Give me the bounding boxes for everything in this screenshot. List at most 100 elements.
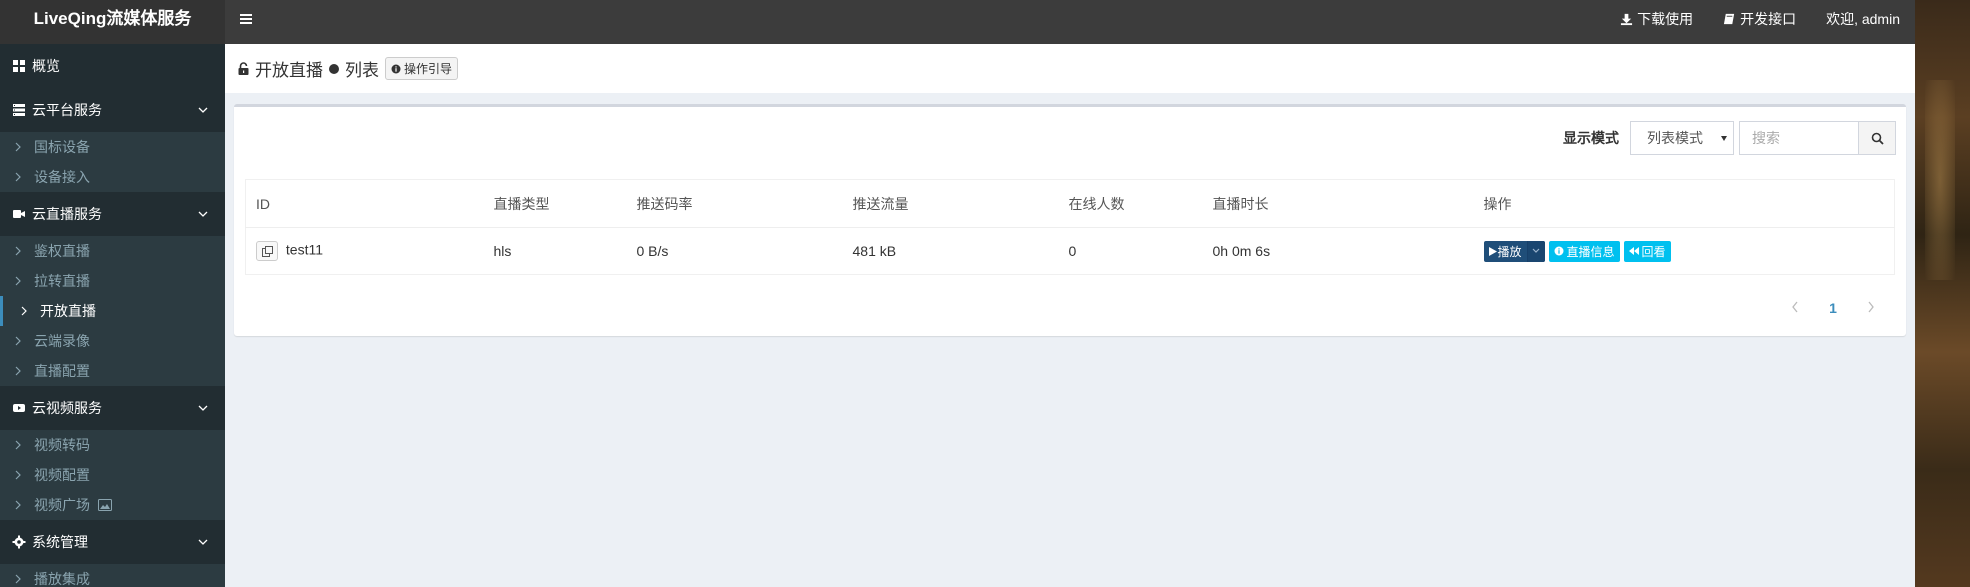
sidebar-group-label: 云平台服务 [32, 102, 102, 118]
guide-button-label: 操作引导 [404, 62, 453, 76]
dashboard-icon [13, 60, 25, 72]
content-box: 显示模式 列表模式 ID 直播类型 推送码率 推送流量 在线人数 直播时长 操作 [234, 104, 1906, 336]
chevron-right-icon [15, 142, 21, 152]
sidebar: 概览 云平台服务 国标设备 设备接入 云直播服务 鉴权直播 拉转直播 开放直播 … [0, 44, 225, 587]
display-mode-select[interactable]: 列表模式 [1630, 121, 1734, 155]
live-info-button[interactable]: 直播信息 [1548, 240, 1620, 262]
download-icon [1621, 13, 1633, 25]
copy-button[interactable] [256, 241, 278, 261]
youtube-icon [13, 404, 25, 412]
download-link[interactable]: 下载使用 [1620, 9, 1693, 29]
page-title-text: 开放直播 [255, 61, 323, 80]
chevron-right-icon [21, 306, 27, 316]
cell-duration: 0h 0m 6s [1202, 227, 1474, 275]
guide-button[interactable]: 操作引导 [385, 57, 459, 80]
search-button[interactable] [1859, 121, 1896, 155]
live-list-table: ID 直播类型 推送码率 推送流量 在线人数 直播时长 操作 test11 hl… [245, 179, 1895, 275]
sidebar-item-label: 概览 [32, 58, 60, 74]
sidebar-submenu-system: 播放集成 [0, 564, 225, 587]
content-header: 开放直播 列表 操作引导 [225, 44, 1915, 93]
sidebar-item-video-config[interactable]: 视频配置 [0, 460, 225, 490]
brand-logo[interactable]: LiveQing流媒体服务 [0, 0, 225, 44]
play-dropdown-toggle[interactable] [1526, 240, 1545, 262]
play-button[interactable]: 播放 [1484, 241, 1527, 262]
sidebar-submenu-video: 视频转码 视频配置 视频广场 [0, 430, 225, 520]
search-input[interactable] [1739, 121, 1859, 155]
chevron-right-icon [15, 172, 21, 182]
server-icon [13, 104, 25, 116]
chevron-right-icon [15, 336, 21, 346]
sidebar-item-label: 开放直播 [40, 303, 96, 319]
sidebar-group-video[interactable]: 云视频服务 [0, 386, 225, 430]
sidebar-item-overview[interactable]: 概览 [0, 44, 225, 88]
sidebar-item-label: 设备接入 [34, 169, 90, 185]
page-title: 开放直播 列表 [237, 56, 379, 81]
column-header-traffic[interactable]: 推送流量 [842, 179, 1059, 228]
column-header-actions: 操作 [1473, 179, 1895, 228]
sidebar-item-video-transcode[interactable]: 视频转码 [0, 430, 225, 460]
sidebar-submenu-live: 鉴权直播 拉转直播 开放直播 云端录像 直播配置 [0, 236, 225, 386]
sidebar-group-live[interactable]: 云直播服务 [0, 192, 225, 236]
sidebar-toggle-button[interactable] [235, 8, 257, 30]
info-circle-icon [1554, 246, 1564, 256]
live-info-button-label: 直播信息 [1566, 244, 1615, 259]
sidebar-item-label: 云端录像 [34, 333, 90, 349]
sidebar-group-cloud-platform[interactable]: 云平台服务 [0, 88, 225, 132]
video-camera-icon [13, 210, 25, 218]
user-menu[interactable]: 欢迎, admin [1826, 9, 1900, 29]
search-icon [1871, 132, 1884, 145]
column-header-id[interactable]: ID [245, 179, 484, 228]
lock-icon [238, 61, 249, 75]
sidebar-item-label: 鉴权直播 [34, 243, 90, 259]
column-header-duration[interactable]: 直播时长 [1202, 179, 1474, 228]
sidebar-group-label: 系统管理 [32, 534, 88, 550]
page-number-current[interactable]: 1 [1814, 300, 1852, 316]
cell-bitrate: 0 B/s [626, 227, 843, 275]
sidebar-item-cloud-recording[interactable]: 云端录像 [0, 326, 225, 356]
sidebar-item-label: 视频广场 [34, 497, 90, 513]
gear-icon [12, 535, 26, 549]
separator-dot-icon [329, 63, 339, 74]
play-icon [1488, 246, 1497, 256]
display-mode-label: 显示模式 [1563, 130, 1619, 146]
top-nav: 下载使用 开发接口 欢迎, admin [1620, 0, 1915, 38]
chevron-right-icon [15, 470, 21, 480]
sidebar-item-label: 视频配置 [34, 467, 90, 483]
cell-traffic: 481 kB [842, 227, 1059, 275]
column-header-bitrate[interactable]: 推送码率 [626, 179, 843, 228]
sidebar-item-auth-live[interactable]: 鉴权直播 [0, 236, 225, 266]
caret-down-icon [1721, 136, 1727, 141]
sidebar-item-open-live[interactable]: 开放直播 [0, 296, 225, 326]
chevron-right-icon [15, 366, 21, 376]
play-button-label: 播放 [1497, 244, 1522, 259]
chevron-right-icon [1868, 301, 1874, 313]
image-icon [98, 499, 112, 511]
sidebar-item-video-square[interactable]: 视频广场 [0, 490, 225, 520]
sidebar-item-device-access[interactable]: 设备接入 [0, 162, 225, 192]
chevron-down-icon [1532, 248, 1540, 253]
chevron-down-icon [198, 107, 208, 113]
chevron-down-icon [198, 405, 208, 411]
sidebar-item-player-integration[interactable]: 播放集成 [0, 564, 225, 587]
stream-id: test11 [285, 241, 323, 258]
prev-page-button[interactable] [1776, 300, 1814, 316]
sidebar-group-system[interactable]: 系统管理 [0, 520, 225, 564]
chevron-right-icon [15, 246, 21, 256]
replay-button[interactable]: 回看 [1623, 240, 1671, 262]
next-page-button[interactable] [1852, 300, 1890, 316]
sidebar-item-label: 直播配置 [34, 363, 90, 379]
chevron-left-icon [1792, 301, 1798, 313]
column-header-online[interactable]: 在线人数 [1058, 179, 1203, 228]
sidebar-item-live-config[interactable]: 直播配置 [0, 356, 225, 386]
sidebar-item-gb-devices[interactable]: 国标设备 [0, 132, 225, 162]
sidebar-group-label: 云视频服务 [32, 400, 102, 416]
table-row: test11 hls 0 B/s 481 kB 0 0h 0m 6s 播放 直播… [245, 227, 1895, 275]
chevron-down-icon [198, 211, 208, 217]
sidebar-item-pull-live[interactable]: 拉转直播 [0, 266, 225, 296]
display-mode-value: 列表模式 [1647, 130, 1703, 146]
column-header-type[interactable]: 直播类型 [483, 179, 627, 228]
desktop-wallpaper [1915, 0, 1970, 587]
chevron-right-icon [15, 440, 21, 450]
table-header-row: ID 直播类型 推送码率 推送流量 在线人数 直播时长 操作 [245, 179, 1895, 228]
api-docs-link[interactable]: 开发接口 [1723, 9, 1796, 29]
